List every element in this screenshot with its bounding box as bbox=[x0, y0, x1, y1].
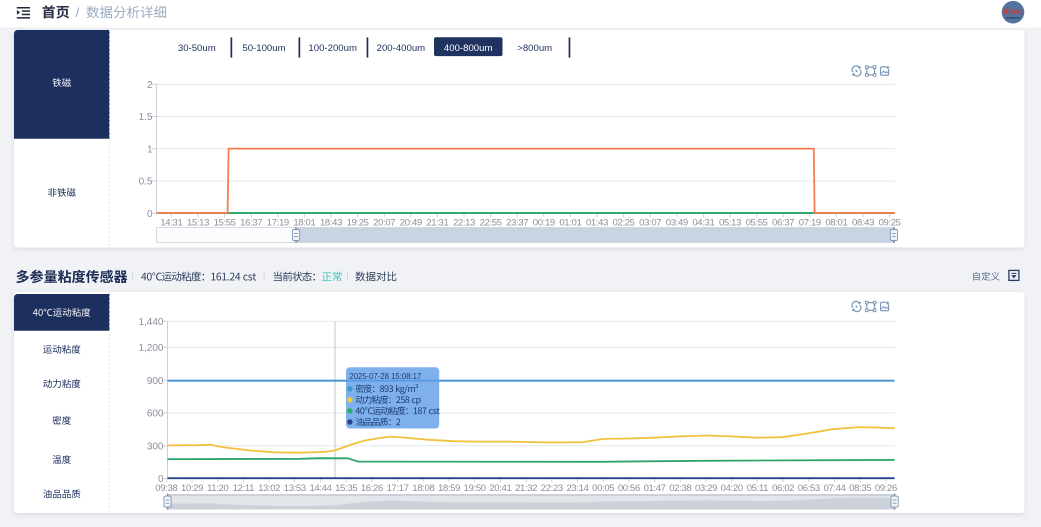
svg-text:23:14: 23:14 bbox=[566, 483, 588, 494]
svg-text:200-400um: 200-400um bbox=[377, 43, 426, 54]
svg-text:15:55: 15:55 bbox=[214, 217, 236, 228]
svg-text:21:31: 21:31 bbox=[426, 217, 448, 228]
svg-text:00:19: 00:19 bbox=[533, 217, 555, 228]
svg-text:0: 0 bbox=[147, 209, 153, 220]
svg-text:11:20: 11:20 bbox=[207, 483, 228, 494]
svg-text:2025-07-28 15:08:17: 2025-07-28 15:08:17 bbox=[349, 371, 421, 381]
svg-text:03:49: 03:49 bbox=[666, 217, 688, 228]
svg-text:05:55: 05:55 bbox=[746, 217, 768, 228]
svg-text:30-50um: 30-50um bbox=[178, 43, 216, 54]
svg-text:06:37: 06:37 bbox=[772, 217, 794, 228]
svg-text:08:01: 08:01 bbox=[825, 217, 847, 228]
svg-text:08:43: 08:43 bbox=[852, 217, 874, 228]
svg-text:16:37: 16:37 bbox=[240, 217, 262, 228]
svg-text:400-800um: 400-800um bbox=[444, 43, 493, 54]
svg-text:09:38: 09:38 bbox=[155, 483, 177, 494]
svg-text:19:25: 19:25 bbox=[347, 217, 369, 228]
svg-text:05:13: 05:13 bbox=[719, 217, 741, 228]
svg-text:17:19: 17:19 bbox=[267, 217, 289, 228]
svg-text:18:59: 18:59 bbox=[438, 483, 460, 494]
svg-text:02:38: 02:38 bbox=[669, 483, 691, 494]
svg-text:03:07: 03:07 bbox=[639, 217, 661, 228]
svg-text:10:29: 10:29 bbox=[181, 483, 203, 494]
svg-text:07:19: 07:19 bbox=[799, 217, 821, 228]
svg-text:03:29: 03:29 bbox=[695, 483, 717, 494]
svg-text:1,200: 1,200 bbox=[138, 343, 163, 354]
svg-text:14:44: 14:44 bbox=[309, 483, 331, 494]
svg-text:1.5: 1.5 bbox=[139, 112, 153, 123]
svg-text:01:43: 01:43 bbox=[586, 217, 608, 228]
svg-text:12:11: 12:11 bbox=[233, 483, 254, 494]
svg-text:50-100um: 50-100um bbox=[242, 43, 285, 54]
svg-text:20:07: 20:07 bbox=[373, 217, 395, 228]
svg-text:23:37: 23:37 bbox=[506, 217, 528, 228]
svg-text:100-200um: 100-200um bbox=[308, 43, 357, 54]
svg-text:13:53: 13:53 bbox=[284, 483, 306, 494]
svg-text:02:25: 02:25 bbox=[613, 217, 635, 228]
svg-text:05:11: 05:11 bbox=[747, 483, 768, 494]
svg-text:01:01: 01:01 bbox=[559, 217, 581, 228]
svg-text:0.5: 0.5 bbox=[139, 177, 153, 188]
svg-text:18:08: 18:08 bbox=[412, 483, 434, 494]
svg-text:13:02: 13:02 bbox=[258, 483, 280, 494]
svg-text:00:05: 00:05 bbox=[592, 483, 614, 494]
svg-text:2: 2 bbox=[147, 80, 153, 91]
svg-text:18:43: 18:43 bbox=[320, 217, 342, 228]
svg-text:01:47: 01:47 bbox=[644, 483, 666, 494]
svg-text:09:26: 09:26 bbox=[875, 483, 897, 494]
svg-text:00:56: 00:56 bbox=[618, 483, 640, 494]
svg-text:20:41: 20:41 bbox=[489, 483, 511, 494]
svg-text:15:13: 15:13 bbox=[187, 217, 209, 228]
svg-text:22:13: 22:13 bbox=[453, 217, 475, 228]
svg-text:07:44: 07:44 bbox=[823, 483, 845, 494]
svg-text:20:49: 20:49 bbox=[400, 217, 422, 228]
svg-text:600: 600 bbox=[147, 409, 164, 420]
svg-text:1: 1 bbox=[147, 144, 153, 155]
svg-text:14:31: 14:31 bbox=[160, 217, 182, 228]
svg-text:19:50: 19:50 bbox=[464, 483, 486, 494]
svg-text:inzoc: inzoc bbox=[1004, 7, 1023, 16]
svg-text:>800um: >800um bbox=[517, 43, 552, 54]
svg-text:15:35: 15:35 bbox=[335, 483, 357, 494]
svg-text:06:02: 06:02 bbox=[772, 483, 794, 494]
svg-text:18:01: 18:01 bbox=[293, 217, 315, 228]
svg-text:04:20: 04:20 bbox=[721, 483, 743, 494]
svg-text:06:53: 06:53 bbox=[798, 483, 820, 494]
svg-text:22:55: 22:55 bbox=[480, 217, 502, 228]
svg-text:/: / bbox=[76, 5, 80, 20]
svg-text:08:35: 08:35 bbox=[849, 483, 871, 494]
svg-text:300: 300 bbox=[147, 441, 164, 452]
svg-text:21:32: 21:32 bbox=[515, 483, 537, 494]
svg-text:22:23: 22:23 bbox=[541, 483, 563, 494]
svg-text:900: 900 bbox=[147, 376, 164, 387]
svg-text:09:25: 09:25 bbox=[879, 217, 901, 228]
svg-text:17:17: 17:17 bbox=[387, 483, 409, 494]
svg-text:1,440: 1,440 bbox=[138, 317, 163, 328]
svg-text:16:26: 16:26 bbox=[361, 483, 383, 494]
svg-text:04:31: 04:31 bbox=[692, 217, 714, 228]
